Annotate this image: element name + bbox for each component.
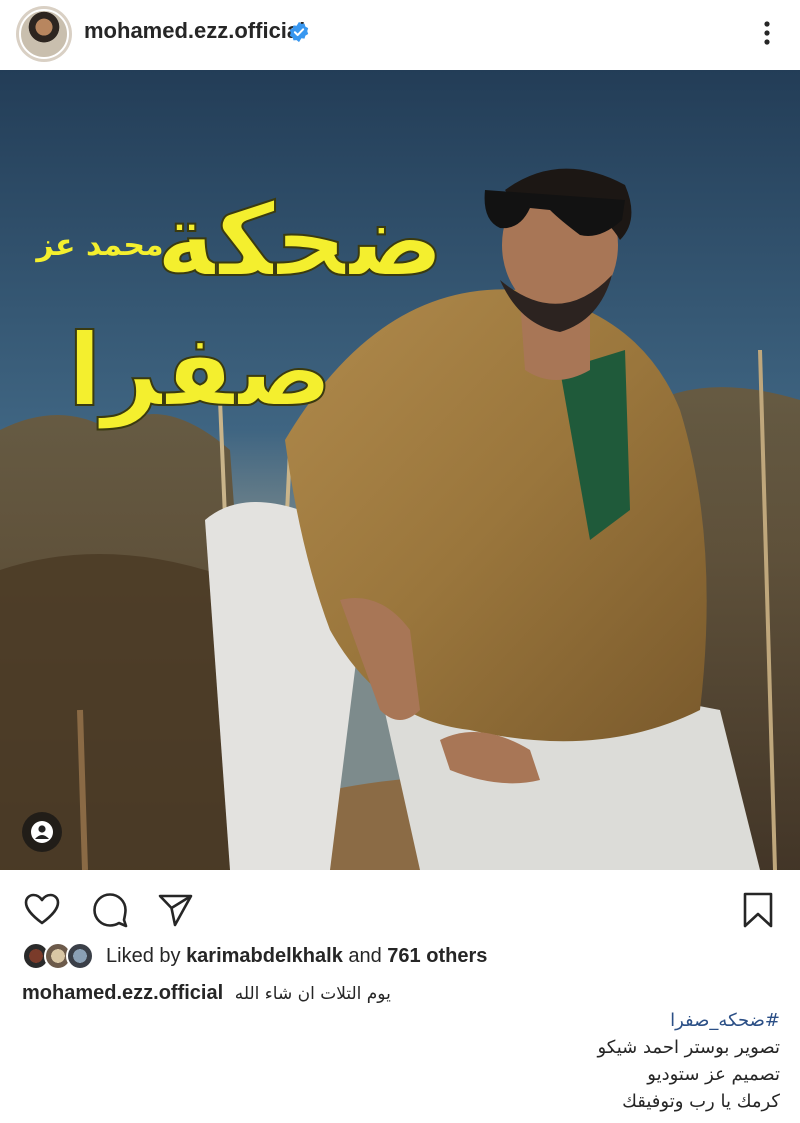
likes-prefix: Liked by [106, 945, 187, 967]
post-username[interactable]: mohamed.ezz.official [84, 18, 305, 44]
profile-avatar[interactable] [16, 6, 72, 62]
avatar-image [19, 9, 69, 59]
likes-others-count[interactable]: 761 others [387, 945, 487, 967]
liked-by-username[interactable]: karimabdelkhalk [186, 945, 343, 967]
caption-hashtag[interactable]: #ضحكه_صفرا [670, 1010, 780, 1031]
likes-summary[interactable]: Liked by karimabdelkhalk and 761 others [106, 945, 487, 968]
more-vertical-icon[interactable] [752, 18, 782, 48]
verified-badge-icon [289, 21, 309, 43]
caption-line-prayer: كرمك يا رب وتوفيقك [622, 1091, 780, 1112]
user-tag-icon [31, 821, 53, 843]
bookmark-icon[interactable] [738, 890, 778, 930]
heart-icon[interactable] [22, 890, 62, 930]
comment-icon[interactable] [90, 890, 130, 930]
poster-title-line1: ضحكة [156, 182, 444, 299]
caption-line-photo-credit: تصوير بوستر احمد شيكو [597, 1037, 780, 1058]
caption-line-design-credit: تصميم عز ستوديو [647, 1064, 780, 1085]
caption-text: يوم التلات ان شاء الله [234, 984, 391, 1004]
post-header: mohamed.ezz.official [0, 0, 800, 70]
send-icon[interactable] [155, 890, 195, 930]
likes-and: and [342, 945, 388, 967]
post-actions [0, 870, 800, 940]
post-image[interactable]: ضحكة صفرا محمد عز [0, 70, 800, 870]
caption-username[interactable]: mohamed.ezz.official [22, 982, 223, 1004]
user-tag-button[interactable] [22, 812, 62, 852]
poster-signature: محمد عز [34, 228, 163, 263]
likes-row[interactable]: Liked by karimabdelkhalk and 761 others [22, 942, 782, 972]
avatar [66, 942, 94, 970]
caption: mohamed.ezz.official يوم التلات ان شاء ا… [22, 982, 782, 1005]
liked-by-avatars [22, 942, 102, 972]
poster-artwork: ضحكة صفرا محمد عز [0, 70, 800, 870]
poster-title-line2: صفرا [67, 312, 332, 430]
